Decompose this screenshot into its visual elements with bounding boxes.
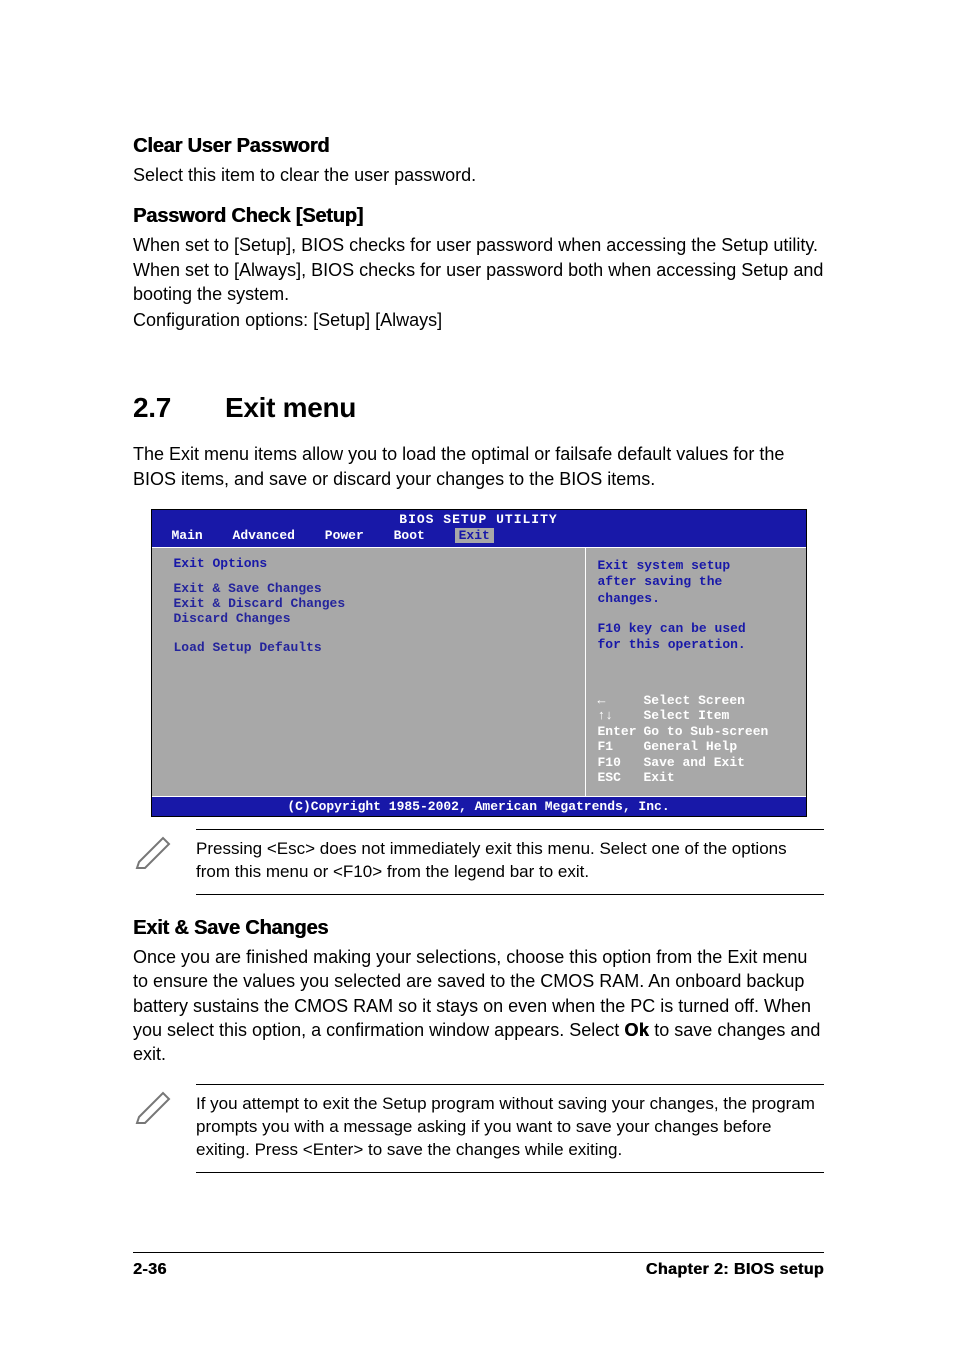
- chapter-label: Chapter 2: BIOS setup: [646, 1261, 824, 1279]
- pencil-icon: [133, 1084, 181, 1128]
- arrow-updown-icon: ↑↓: [598, 708, 644, 724]
- section-intro: The Exit menu items allow you to load th…: [133, 442, 824, 491]
- bios-tab-main: Main: [172, 528, 203, 543]
- bios-key-row: F10Save and Exit: [598, 755, 796, 771]
- bios-key-row: EnterGo to Sub-screen: [598, 724, 796, 740]
- bios-help-text: Exit system setup after saving the chang…: [598, 558, 796, 653]
- bios-title: BIOS SETUP UTILITY: [152, 512, 806, 527]
- text-exit-save-changes: Once you are finished making your select…: [133, 945, 824, 1066]
- bios-item-exit-discard: Exit & Discard Changes: [174, 596, 563, 611]
- bios-group-label: Exit Options: [174, 556, 563, 571]
- bios-left-panel: Exit Options Exit & Save Changes Exit & …: [152, 548, 586, 796]
- text-clear-user-password: Select this item to clear the user passw…: [133, 163, 824, 187]
- bios-key-row: ↑↓Select Item: [598, 708, 796, 724]
- bios-copyright: (C)Copyright 1985-2002, American Megatre…: [152, 796, 806, 816]
- bios-item-discard: Discard Changes: [174, 611, 563, 626]
- bios-tab-advanced: Advanced: [233, 528, 295, 543]
- bios-tab-boot: Boot: [394, 528, 425, 543]
- bios-key-row: F1General Help: [598, 739, 796, 755]
- bios-key-legend: ←Select Screen ↑↓Select Item EnterGo to …: [598, 693, 796, 787]
- bios-item-exit-save: Exit & Save Changes: [174, 581, 563, 596]
- bios-help-line: after saving the: [598, 574, 796, 590]
- key-enter: Enter: [598, 724, 644, 740]
- text-password-check-config: Configuration options: [Setup] [Always]: [133, 308, 824, 332]
- section-heading: 2.7Exit menu: [133, 392, 824, 424]
- section-title: Exit menu: [225, 392, 356, 423]
- page-number: 2-36: [133, 1261, 167, 1279]
- bios-key-label: General Help: [644, 739, 738, 754]
- bios-tabs: Main Advanced Power Boot Exit: [152, 527, 806, 547]
- ok-label: Ok: [624, 1020, 649, 1040]
- bios-key-label: Go to Sub-screen: [644, 724, 769, 739]
- note-block: If you attempt to exit the Setup program…: [133, 1084, 824, 1173]
- key-f10: F10: [598, 755, 644, 771]
- note-text: Pressing <Esc> does not immediately exit…: [196, 829, 824, 895]
- bios-help-line: for this operation.: [598, 637, 796, 653]
- bios-right-panel: Exit system setup after saving the chang…: [586, 548, 806, 796]
- text-password-check: When set to [Setup], BIOS checks for use…: [133, 233, 824, 306]
- bios-screenshot: BIOS SETUP UTILITY Main Advanced Power B…: [151, 509, 807, 817]
- bios-item-load-defaults: Load Setup Defaults: [174, 640, 563, 655]
- bios-tab-power: Power: [325, 528, 364, 543]
- bios-header: BIOS SETUP UTILITY Main Advanced Power B…: [152, 510, 806, 547]
- bios-key-row: ←Select Screen: [598, 693, 796, 709]
- arrow-left-icon: ←: [598, 693, 644, 709]
- note-text: If you attempt to exit the Setup program…: [196, 1084, 824, 1173]
- heading-exit-save-changes: Exit & Save Changes: [133, 917, 824, 940]
- bios-help-line: changes.: [598, 591, 796, 607]
- heading-clear-user-password: Clear User Password: [133, 135, 824, 158]
- note-block: Pressing <Esc> does not immediately exit…: [133, 829, 824, 895]
- bios-key-label: Select Item: [644, 708, 730, 723]
- bios-help-line: F10 key can be used: [598, 621, 796, 637]
- section-number: 2.7: [133, 392, 225, 424]
- bios-tab-exit: Exit: [455, 528, 494, 543]
- bios-help-line: Exit system setup: [598, 558, 796, 574]
- key-esc: ESC: [598, 770, 644, 786]
- key-f1: F1: [598, 739, 644, 755]
- bios-body: Exit Options Exit & Save Changes Exit & …: [152, 547, 806, 796]
- heading-password-check: Password Check [Setup]: [133, 205, 824, 228]
- bios-key-label: Save and Exit: [644, 755, 745, 770]
- bios-key-label: Select Screen: [644, 693, 745, 708]
- pencil-icon: [133, 829, 181, 873]
- bios-key-row: ESCExit: [598, 770, 796, 786]
- bios-key-label: Exit: [644, 770, 675, 785]
- page-footer: 2-36 Chapter 2: BIOS setup: [133, 1252, 824, 1279]
